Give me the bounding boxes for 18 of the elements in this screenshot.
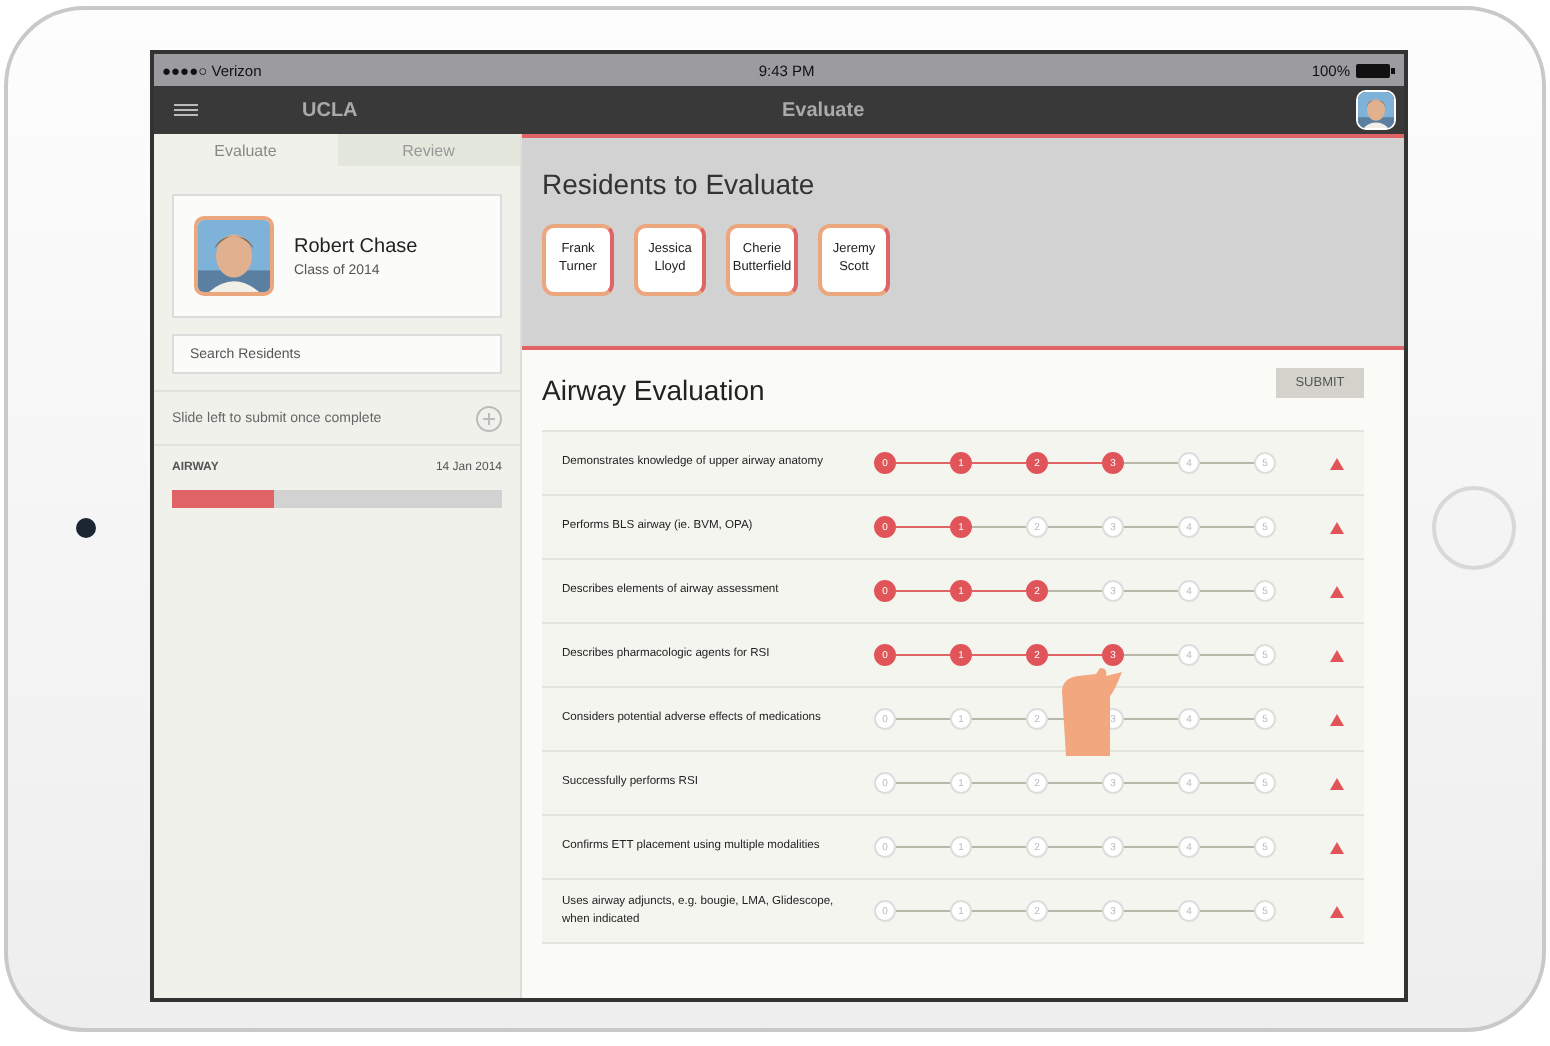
caret-icon[interactable] <box>1330 649 1344 661</box>
profile-name: Robert Chase <box>294 235 418 257</box>
brand-label: UCLA <box>302 99 360 121</box>
hand-pointer-icon <box>1062 668 1122 756</box>
caret-icon[interactable] <box>1330 777 1344 789</box>
camera-icon <box>76 518 96 538</box>
caret-icon[interactable] <box>1330 585 1344 597</box>
caret-icon[interactable] <box>1330 905 1344 917</box>
page-title: Evaluate <box>782 99 867 121</box>
section-title: Residents to Evaluate <box>542 168 817 200</box>
section-title: Airway Evaluation <box>542 374 765 406</box>
caret-icon[interactable] <box>1330 457 1344 469</box>
sidebar-tab[interactable]: Review <box>337 134 520 166</box>
menu-icon[interactable] <box>174 104 198 116</box>
battery-icon <box>1356 63 1396 77</box>
caret-icon[interactable] <box>1330 521 1344 533</box>
caret-icon[interactable] <box>1330 841 1344 853</box>
caret-icon[interactable] <box>1330 713 1344 725</box>
